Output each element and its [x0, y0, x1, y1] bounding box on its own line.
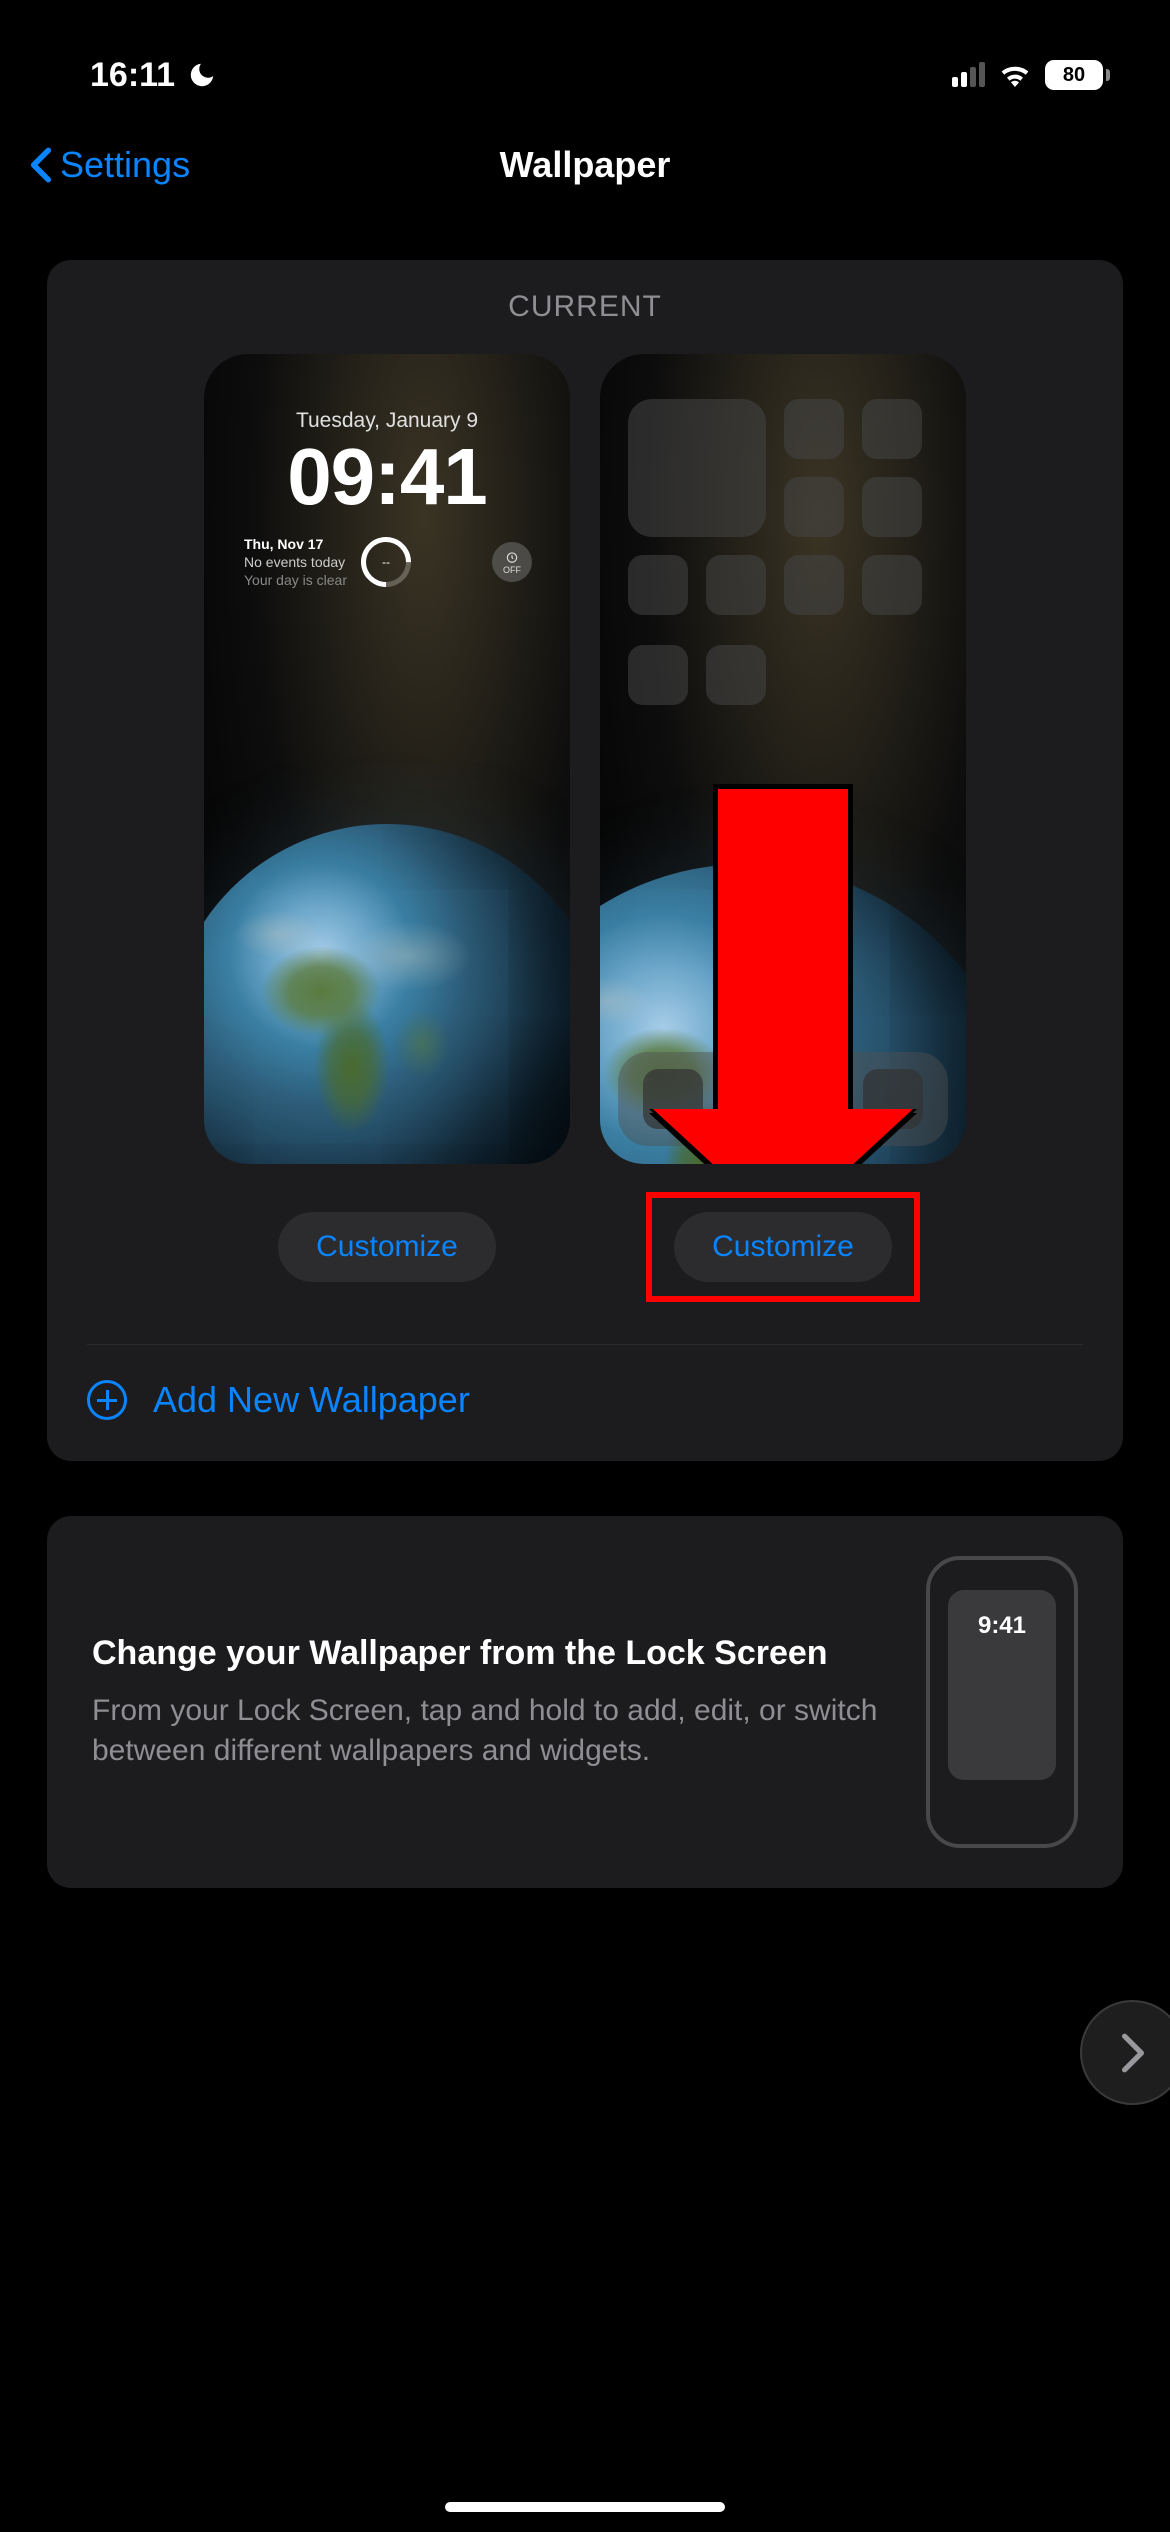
- chevron-left-icon: [30, 146, 52, 184]
- lock-screen-preview[interactable]: Tuesday, January 9 09:41 Thu, Nov 17 No …: [204, 354, 570, 1164]
- add-wallpaper-label: Add New Wallpaper: [153, 1379, 470, 1421]
- alarm-icon: [505, 550, 519, 564]
- status-time: 16:11: [90, 56, 175, 95]
- app-icon-placeholder: [862, 477, 922, 537]
- home-screen-preview[interactable]: [600, 354, 966, 1164]
- app-icon-placeholder: [706, 645, 766, 705]
- app-icon-placeholder: [784, 477, 844, 537]
- tip-phone-illustration: 9:41: [926, 1556, 1078, 1848]
- home-screen-grid: [600, 399, 966, 735]
- page-title: Wallpaper: [500, 144, 671, 186]
- section-header-current: CURRENT: [47, 290, 1123, 324]
- lock-date: Tuesday, January 9: [234, 409, 540, 433]
- lock-time: 09:41: [234, 437, 540, 517]
- back-button[interactable]: Settings: [30, 144, 190, 186]
- annotation-highlight: Customize: [646, 1192, 920, 1302]
- lock-screen-tip-card: Change your Wallpaper from the Lock Scre…: [47, 1516, 1123, 1888]
- activity-ring-icon: [351, 527, 422, 598]
- status-bar: 16:11 80: [0, 0, 1170, 120]
- lock-screen-column: Tuesday, January 9 09:41 Thu, Nov 17 No …: [204, 354, 570, 1302]
- status-right: 80: [952, 60, 1110, 90]
- tip-text: Change your Wallpaper from the Lock Scre…: [92, 1632, 891, 1772]
- wifi-icon: [999, 63, 1031, 87]
- calendar-widget: Thu, Nov 17 No events today Your day is …: [244, 535, 347, 590]
- tip-phone-time: 9:41: [948, 1590, 1056, 1780]
- add-wallpaper-button[interactable]: Add New Wallpaper: [47, 1345, 1123, 1461]
- navigation-bar: Settings Wallpaper: [0, 120, 1170, 230]
- app-icon-placeholder: [784, 399, 844, 459]
- home-indicator[interactable]: [445, 2502, 725, 2512]
- customize-home-button[interactable]: Customize: [674, 1212, 892, 1282]
- lock-screen-content: Tuesday, January 9 09:41 Thu, Nov 17 No …: [204, 409, 570, 590]
- annotation-arrow-icon: [713, 784, 853, 1114]
- battery-level: 80: [1045, 60, 1103, 90]
- back-label: Settings: [60, 144, 190, 186]
- battery-indicator: 80: [1045, 60, 1110, 90]
- app-icon-placeholder: [862, 555, 922, 615]
- app-icon-placeholder: [862, 399, 922, 459]
- next-tip-button[interactable]: [1080, 2000, 1170, 2105]
- app-icon-placeholder: [628, 645, 688, 705]
- app-icon-placeholder: [628, 555, 688, 615]
- tip-title: Change your Wallpaper from the Lock Scre…: [92, 1632, 891, 1675]
- wallpaper-previews: Tuesday, January 9 09:41 Thu, Nov 17 No …: [47, 354, 1123, 1302]
- app-icon-placeholder: [706, 555, 766, 615]
- earth-graphic: [204, 824, 570, 1164]
- chevron-right-icon: [1120, 2032, 1146, 2074]
- app-widget-placeholder: [628, 399, 766, 537]
- current-wallpaper-card: CURRENT Tuesday, January 9 09:41 Thu, No…: [47, 260, 1123, 1461]
- cellular-signal-icon: [952, 63, 985, 87]
- tip-description: From your Lock Screen, tap and hold to a…: [92, 1691, 891, 1772]
- app-icon-placeholder: [784, 555, 844, 615]
- status-left: 16:11: [90, 56, 217, 95]
- home-screen-column: Customize: [600, 354, 966, 1302]
- plus-circle-icon: [87, 1380, 127, 1420]
- lock-widgets: Thu, Nov 17 No events today Your day is …: [234, 535, 540, 590]
- do-not-disturb-icon: [187, 60, 217, 90]
- alarm-widget: OFF: [492, 542, 532, 582]
- customize-lock-button[interactable]: Customize: [278, 1212, 496, 1282]
